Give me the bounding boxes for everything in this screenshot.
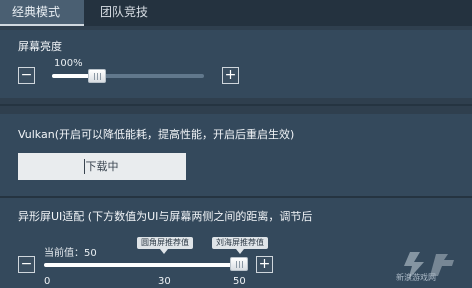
- brightness-slider-thumb[interactable]: [88, 69, 106, 83]
- brightness-slider[interactable]: [52, 74, 204, 78]
- brightness-value: 100%: [54, 58, 83, 69]
- notch-tag-arrow: [236, 249, 244, 254]
- brightness-plus-button[interactable]: +: [222, 67, 239, 84]
- notch-slider-thumb[interactable]: [230, 257, 248, 271]
- vulkan-title: Vulkan(开启可以降低能耗，提高性能，开启后重启生效): [18, 128, 295, 141]
- tick-label-50: 50: [233, 276, 246, 287]
- text-cursor: [84, 159, 85, 174]
- tab-team-deathmatch[interactable]: 团队竞技: [88, 0, 168, 26]
- tab-bar: 经典模式 团队竞技: [0, 0, 472, 26]
- watermark-text: 新浪游戏网: [396, 273, 436, 282]
- rounded-tag-arrow: [160, 249, 168, 254]
- divider: [0, 104, 472, 106]
- tab-classic-mode[interactable]: 经典模式: [0, 0, 84, 26]
- vulkan-download-button[interactable]: 下载中: [18, 153, 186, 180]
- brightness-title: 屏幕亮度: [18, 40, 62, 53]
- notch-minus-button[interactable]: −: [18, 256, 35, 273]
- notch-adapt-slider[interactable]: [44, 263, 248, 267]
- notch-slider-fill: [44, 263, 240, 267]
- brightness-minus-button[interactable]: −: [18, 67, 35, 84]
- tick-label-30: 30: [158, 276, 171, 287]
- notch-adapt-title: 异形屏UI适配 (下方数值为UI与屏幕两侧之间的距离，调节后: [18, 210, 313, 223]
- tick-label-0: 0: [44, 276, 51, 287]
- vulkan-button-label: 下载中: [85, 160, 119, 173]
- notch-current-value: 当前值：50: [44, 248, 97, 259]
- notch-screen-recommended-tag: 刘海屏推荐值: [212, 237, 268, 249]
- notch-plus-button[interactable]: +: [256, 256, 273, 273]
- rounded-screen-recommended-tag: 圆角屏推荐值: [137, 237, 193, 249]
